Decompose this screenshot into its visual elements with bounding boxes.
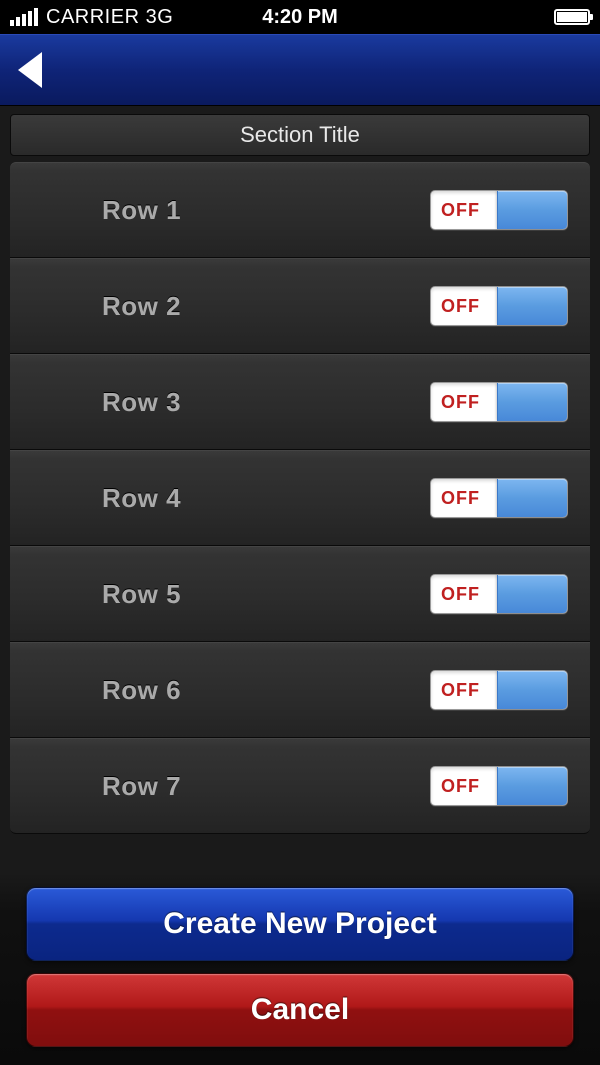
- toggle-knob: [497, 479, 567, 517]
- clock-label: 4:20 PM: [262, 6, 338, 29]
- toggle-off-label: OFF: [431, 200, 480, 221]
- back-icon[interactable]: [18, 52, 42, 88]
- settings-list: Row 1 OFF Row 2 OFF Row 3 OFF Row 4 OFF …: [10, 162, 590, 834]
- toggle-switch[interactable]: OFF: [430, 478, 568, 518]
- toggle-switch[interactable]: OFF: [430, 766, 568, 806]
- section-title: Section Title: [10, 114, 590, 156]
- signal-icon: [10, 8, 38, 26]
- list-item: Row 5 OFF: [10, 546, 590, 642]
- toggle-off-label: OFF: [431, 680, 480, 701]
- list-item: Row 7 OFF: [10, 738, 590, 834]
- toggle-off-label: OFF: [431, 776, 480, 797]
- toggle-knob: [497, 767, 567, 805]
- navigation-bar: [0, 34, 600, 106]
- status-bar: CARRIER 3G 4:20 PM: [0, 0, 600, 34]
- list-item: Row 4 OFF: [10, 450, 590, 546]
- toggle-off-label: OFF: [431, 584, 480, 605]
- battery-icon: [554, 9, 590, 25]
- toggle-off-label: OFF: [431, 392, 480, 413]
- toggle-knob: [497, 287, 567, 325]
- row-label: Row 3: [102, 387, 181, 418]
- row-label: Row 6: [102, 675, 181, 706]
- row-label: Row 2: [102, 291, 181, 322]
- list-item: Row 6 OFF: [10, 642, 590, 738]
- toggle-knob: [497, 383, 567, 421]
- row-label: Row 7: [102, 771, 181, 802]
- toggle-off-label: OFF: [431, 488, 480, 509]
- toggle-off-label: OFF: [431, 296, 480, 317]
- toggle-switch[interactable]: OFF: [430, 574, 568, 614]
- toggle-knob: [497, 575, 567, 613]
- toggle-switch[interactable]: OFF: [430, 286, 568, 326]
- row-label: Row 1: [102, 195, 181, 226]
- list-item: Row 3 OFF: [10, 354, 590, 450]
- carrier-label: CARRIER 3G: [46, 6, 173, 29]
- list-item: Row 1 OFF: [10, 162, 590, 258]
- toggle-knob: [497, 191, 567, 229]
- row-label: Row 4: [102, 483, 181, 514]
- toggle-switch[interactable]: OFF: [430, 670, 568, 710]
- list-item: Row 2 OFF: [10, 258, 590, 354]
- create-project-button[interactable]: Create New Project: [26, 887, 574, 961]
- action-bar: Create New Project Cancel: [0, 873, 600, 1065]
- cancel-button[interactable]: Cancel: [26, 973, 574, 1047]
- toggle-knob: [497, 671, 567, 709]
- toggle-switch[interactable]: OFF: [430, 382, 568, 422]
- row-label: Row 5: [102, 579, 181, 610]
- toggle-switch[interactable]: OFF: [430, 190, 568, 230]
